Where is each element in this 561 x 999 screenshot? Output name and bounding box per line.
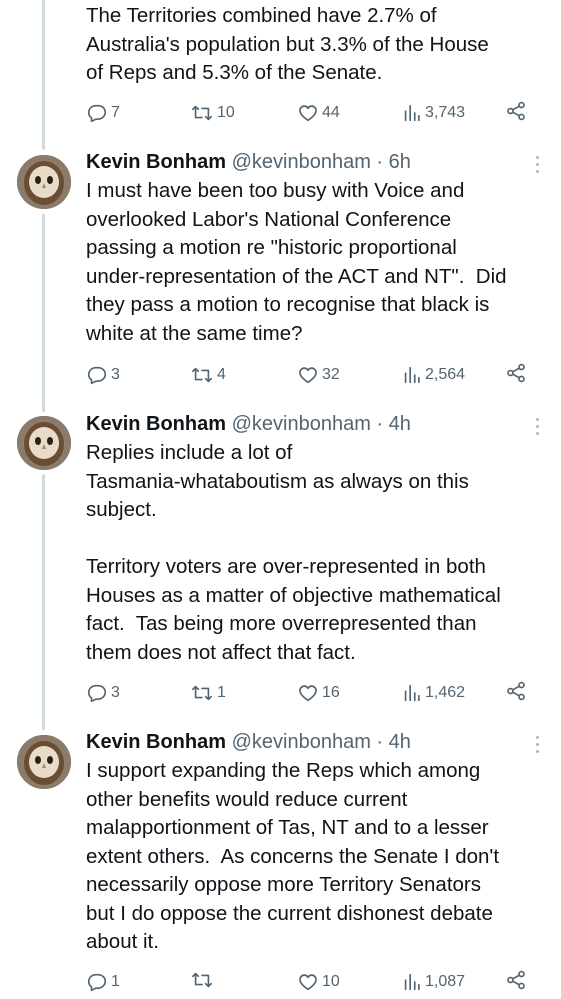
heart-icon [299,367,317,384]
more-options-icon[interactable] [535,418,541,439]
share-icon [507,681,525,701]
heart-icon [299,105,317,122]
more-options-icon[interactable] [535,736,541,757]
views-button[interactable]: 1,087 [402,969,465,995]
views-button[interactable]: 1,462 [402,680,465,706]
views-count: 2,564 [425,366,466,383]
heart-icon [299,685,317,702]
author-handle[interactable]: @kevinbonham [232,413,371,435]
retweet-count: 1 [217,684,226,701]
owl-avatar-image [17,735,71,789]
reply-icon [87,684,107,703]
timestamp[interactable]: · 4h [371,413,410,435]
views-count: 1,462 [425,684,466,701]
like-count: 44 [322,104,340,121]
retweet-count: 10 [217,104,235,121]
tweet-header: Kevin Bonham @kevinbonham · 6h [86,148,411,176]
retweet-button[interactable]: 4 [190,362,226,388]
like-button[interactable]: 10 [297,969,340,995]
tweet-header: Kevin Bonham @kevinbonham · 4h [86,728,411,756]
reply-button[interactable]: 3 [86,362,120,388]
tweet[interactable]: Kevin Bonham @kevinbonham · 4h Replies i… [0,412,561,730]
tweet-header: Kevin Bonham @kevinbonham · 4h [86,410,411,438]
reply-icon [87,366,107,385]
like-button[interactable]: 16 [297,680,340,706]
retweet-button[interactable]: 10 [190,100,235,126]
tweet-text: I must have been too busy with Voice and… [86,179,507,345]
author-name[interactable]: Kevin Bonham [86,151,226,173]
share-icon [507,970,525,990]
owl-avatar-image [17,416,71,470]
author-name[interactable]: Kevin Bonham [86,413,226,435]
timestamp[interactable]: · 4h [371,731,410,753]
retweet-count: 4 [217,366,226,383]
views-button[interactable]: 2,564 [402,362,465,388]
reply-button[interactable]: 1 [86,969,120,995]
more-options-icon[interactable] [535,156,541,177]
author-handle[interactable]: @kevinbonham [232,731,371,753]
views-button[interactable]: 3,743 [402,100,465,126]
avatar[interactable] [17,416,71,470]
like-count: 32 [322,366,340,383]
owl-avatar-image [17,155,71,209]
share-icon [507,101,525,121]
tweet[interactable]: The Territories combined have 2.7% of Au… [0,0,561,140]
tweet[interactable]: Kevin Bonham @kevinbonham · 4h I support… [0,730,561,999]
tweet-actions: 3 4 32 2,564 [86,362,536,388]
retweet-icon [192,972,212,988]
author-name[interactable]: Kevin Bonham [86,731,226,753]
share-button[interactable] [505,680,527,702]
tweet-text: I support expanding the Reps which among… [86,759,500,953]
share-button[interactable] [505,969,527,991]
reply-count: 1 [111,973,120,990]
share-button[interactable] [505,362,527,384]
like-button[interactable]: 32 [297,362,340,388]
retweet-icon [192,367,212,383]
like-button[interactable]: 44 [297,100,340,126]
tweet[interactable]: Kevin Bonham @kevinbonham · 6h I must ha… [0,150,561,412]
heart-icon [299,974,317,991]
reply-button[interactable]: 3 [86,680,120,706]
reply-count: 3 [111,684,120,701]
reply-icon [87,104,107,123]
tweet-text: Replies include a lot of Tasmania-whatab… [86,441,501,664]
retweet-button[interactable]: 1 [190,680,226,706]
like-count: 10 [322,973,340,990]
tweet-actions: 7 10 44 3,743 [86,100,536,126]
tweet-text: The Territories combined have 2.7% of Au… [86,4,489,84]
reply-count: 7 [111,104,120,121]
reply-count: 3 [111,366,120,383]
views-count: 3,743 [425,104,466,121]
author-handle[interactable]: @kevinbonham [232,151,371,173]
tweet-actions: 1 10 1,087 [86,969,536,995]
share-icon [507,363,525,383]
retweet-icon [192,105,212,121]
like-count: 16 [322,684,340,701]
views-icon [404,973,420,991]
avatar[interactable] [17,735,71,789]
views-icon [404,684,420,702]
retweet-icon [192,685,212,701]
retweet-button[interactable] [190,969,217,991]
timestamp[interactable]: · 6h [371,151,410,173]
views-icon [404,104,420,122]
reply-icon [87,973,107,992]
views-icon [404,366,420,384]
tweet-actions: 3 1 16 1,462 [86,680,536,706]
avatar[interactable] [17,155,71,209]
share-button[interactable] [505,100,527,122]
views-count: 1,087 [425,973,466,990]
reply-button[interactable]: 7 [86,100,120,126]
